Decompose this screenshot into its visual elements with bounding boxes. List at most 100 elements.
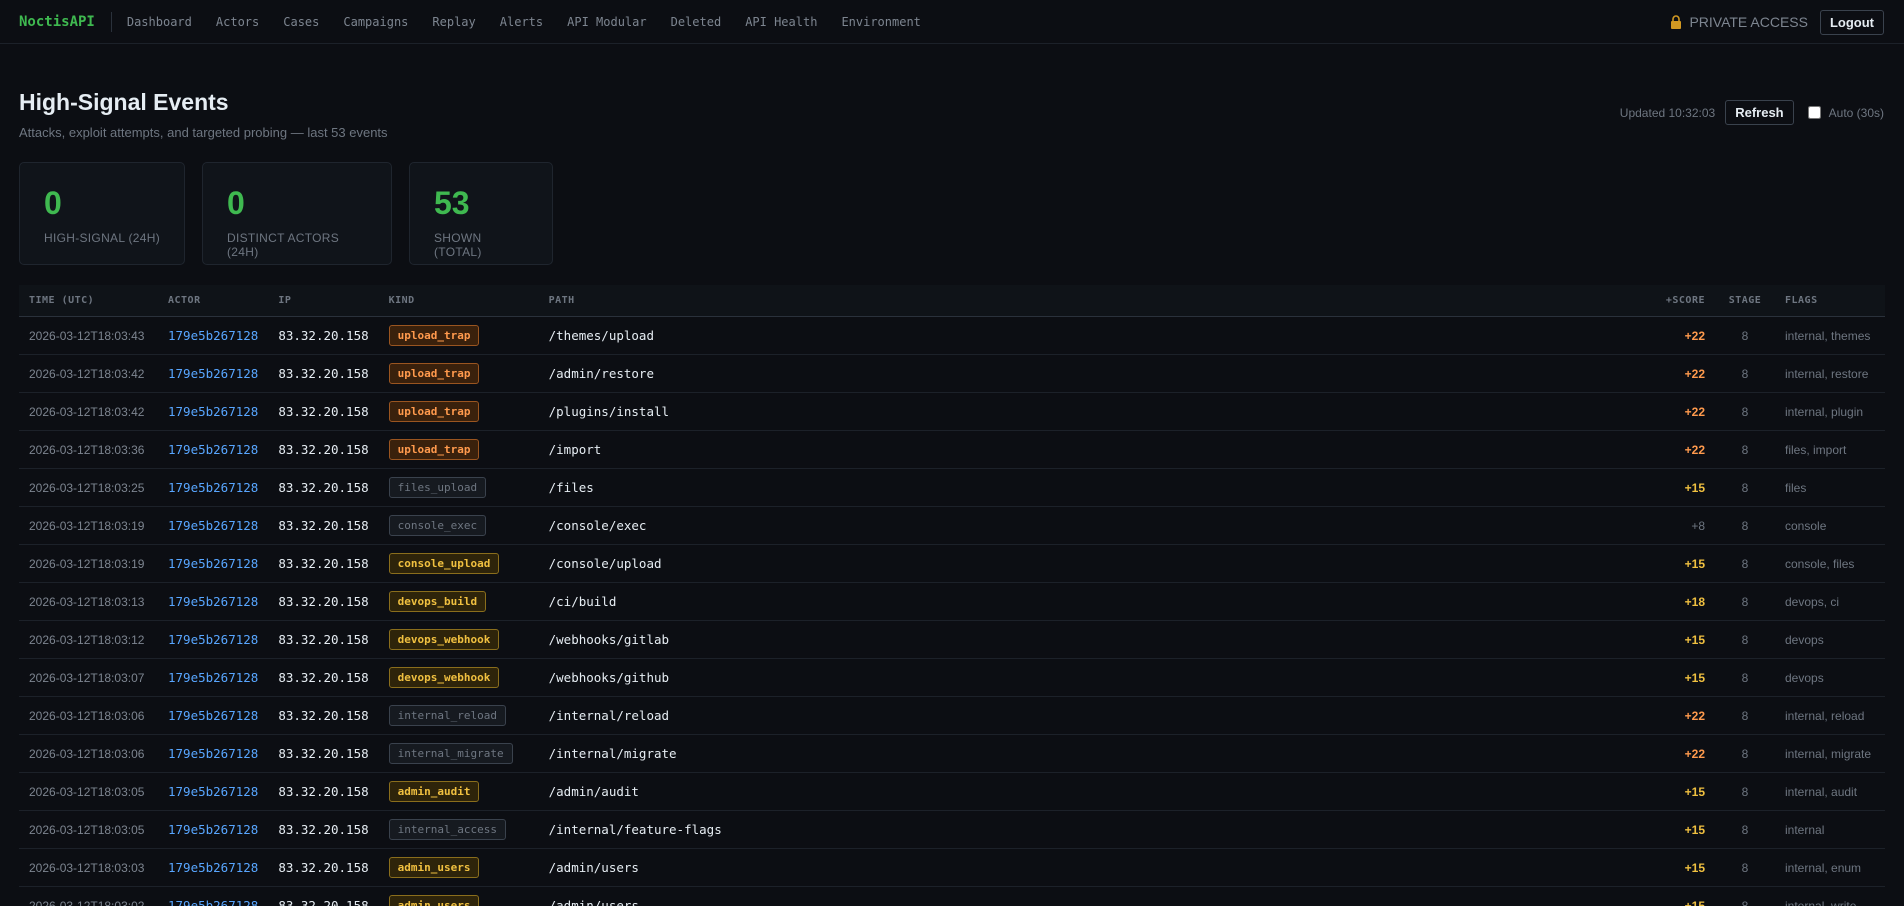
nav-item-dashboard[interactable]: Dashboard [127,15,192,29]
cell-actor-link[interactable]: 179e5b267128 [158,582,269,621]
table-row[interactable]: 2026-03-12T18:03:06 179e5b267128 83.32.20.… [19,696,1885,735]
table-row[interactable]: 2026-03-12T18:03:06 179e5b267128 83.32.20.… [19,734,1885,773]
kind-badge: internal_access [388,819,506,840]
cell-flags: console, files [1775,544,1885,583]
main-nav: Dashboard Actors Cases Campaigns Replay Alert… [127,15,945,29]
table-row[interactable]: 2026-03-12T18:03:19 179e5b267128 83.32.20.… [19,544,1885,583]
table-row[interactable]: 2026-03-12T18:03:07 179e5b267128 83.32.20.… [19,658,1885,697]
stat-value: 0 [227,185,245,221]
cell-path: /internal/feature-flags [538,810,1645,849]
auto-refresh-label: Auto (30s) [1828,105,1884,120]
table-row[interactable]: 2026-03-12T18:03:03 179e5b267128 83.32.20.… [19,848,1885,887]
cell-path: /webhooks/gitlab [538,620,1645,659]
column-header-score[interactable]: +SCORE [1645,285,1715,317]
column-header-path[interactable]: PATH [538,285,1645,317]
kind-badge: admin_audit [388,781,480,802]
kind-badge: devops_build [388,591,487,612]
cell-actor-link[interactable]: 179e5b267128 [158,392,269,431]
table-row[interactable]: 2026-03-12T18:03:42 179e5b267128 83.32.20.… [19,392,1885,431]
cell-ip: 83.32.20.158 [268,734,379,773]
table-header-row: TIME (UTC) ACTOR IP KIND PATH +SCORE STA… [19,285,1885,317]
table-row[interactable]: 2026-03-12T18:03:36 179e5b267128 83.32.20.… [19,430,1885,469]
auto-refresh-checkbox[interactable] [1807,106,1821,119]
cell-stage: 8 [1715,772,1775,811]
cell-stage: 8 [1715,886,1775,906]
kind-badge: upload_trap [388,439,480,460]
kind-badge: admin_users [388,857,480,878]
cell-actor-link[interactable]: 179e5b267128 [158,772,269,811]
column-header-stage[interactable]: STAGE [1715,285,1775,317]
cell-actor-link[interactable]: 179e5b267128 [158,430,269,469]
cell-ip: 83.32.20.158 [268,810,379,849]
cell-actor-link[interactable]: 179e5b267128 [158,658,269,697]
cell-actor-link[interactable]: 179e5b267128 [158,848,269,887]
column-header-ip[interactable]: IP [268,285,379,317]
cell-actor-link[interactable]: 179e5b267128 [158,620,269,659]
cell-flags: internal, plugin [1775,392,1885,431]
nav-item-campaigns[interactable]: Campaigns [343,15,408,29]
cell-flags: internal, themes [1775,316,1885,355]
cell-actor-link[interactable]: 179e5b267128 [158,810,269,849]
cell-kind: internal_access [378,810,539,849]
cell-actor-link[interactable]: 179e5b267128 [158,696,269,735]
cell-stage: 8 [1715,392,1775,431]
nav-item-api-modular[interactable]: API Modular [567,15,646,29]
cell-path: /console/upload [538,544,1645,583]
table-row[interactable]: 2026-03-12T18:03:19 179e5b267128 83.32.20.… [19,506,1885,545]
cell-actor-link[interactable]: 179e5b267128 [158,468,269,507]
cell-path: /import [538,430,1645,469]
cell-flags: devops [1775,658,1885,697]
cell-ip: 83.32.20.158 [268,848,379,887]
table-row[interactable]: 2026-03-12T18:03:42 179e5b267128 83.32.20.… [19,354,1885,393]
cell-actor-link[interactable]: 179e5b267128 [158,734,269,773]
cell-path: /admin/restore [538,354,1645,393]
cell-stage: 8 [1715,430,1775,469]
cell-actor-link[interactable]: 179e5b267128 [158,316,269,355]
top-bar-right: PRIVATE ACCESS Logout [1670,0,1884,44]
kind-badge: console_exec [388,515,487,536]
kind-badge: internal_migrate [388,743,513,764]
cell-actor-link[interactable]: 179e5b267128 [158,886,269,906]
table-row[interactable]: 2026-03-12T18:03:25 179e5b267128 83.32.20.… [19,468,1885,507]
cell-path: /internal/migrate [538,734,1645,773]
cell-time: 2026-03-12T18:03:36 [19,430,158,469]
table-row[interactable]: 2026-03-12T18:03:43 179e5b267128 83.32.20.… [19,316,1885,355]
refresh-button[interactable]: Refresh [1725,100,1794,125]
table-row[interactable]: 2026-03-12T18:03:05 179e5b267128 83.32.20.… [19,772,1885,811]
brand-logo[interactable]: NoctisAPI [19,11,112,32]
table-row[interactable]: 2026-03-12T18:03:12 179e5b267128 83.32.20.… [19,620,1885,659]
cell-stage: 8 [1715,354,1775,393]
nav-item-cases[interactable]: Cases [283,15,319,29]
cell-ip: 83.32.20.158 [268,658,379,697]
cell-actor-link[interactable]: 179e5b267128 [158,354,269,393]
kind-badge: admin_users [388,895,480,906]
nav-item-alerts[interactable]: Alerts [500,15,543,29]
nav-item-replay[interactable]: Replay [432,15,475,29]
column-header-actor[interactable]: ACTOR [158,285,269,317]
column-header-flags[interactable]: FLAGS [1775,285,1885,317]
kind-badge: upload_trap [388,363,480,384]
auto-refresh-toggle[interactable]: Auto (30s) [1807,105,1884,120]
column-header-kind[interactable]: KIND [378,285,539,317]
top-bar: NoctisAPI Dashboard Actors Cases Campaigns R… [0,0,1904,44]
cell-actor-link[interactable]: 179e5b267128 [158,506,269,545]
cell-flags: internal, restore [1775,354,1885,393]
events-table-container: TIME (UTC) ACTOR IP KIND PATH +SCORE STA… [19,285,1885,906]
cell-time: 2026-03-12T18:03:03 [19,848,158,887]
nav-item-api-health[interactable]: API Health [745,15,817,29]
cell-path: /webhooks/github [538,658,1645,697]
table-row[interactable]: 2026-03-12T18:03:02 179e5b267128 83.32.20.… [19,886,1885,906]
cell-time: 2026-03-12T18:03:19 [19,544,158,583]
logout-button[interactable]: Logout [1819,9,1884,35]
nav-item-environment[interactable]: Environment [841,15,920,29]
table-row[interactable]: 2026-03-12T18:03:13 179e5b267128 83.32.20.… [19,582,1885,621]
cell-kind: admin_users [378,886,539,906]
updated-timestamp: Updated 10:32:03 [1619,105,1716,120]
cell-actor-link[interactable]: 179e5b267128 [158,544,269,583]
cell-stage: 8 [1715,810,1775,849]
nav-item-actors[interactable]: Actors [216,15,259,29]
table-row[interactable]: 2026-03-12T18:03:05 179e5b267128 83.32.20.… [19,810,1885,849]
cell-score: +15 [1645,848,1715,887]
nav-item-deleted[interactable]: Deleted [671,15,722,29]
column-header-time[interactable]: TIME (UTC) [19,285,158,317]
